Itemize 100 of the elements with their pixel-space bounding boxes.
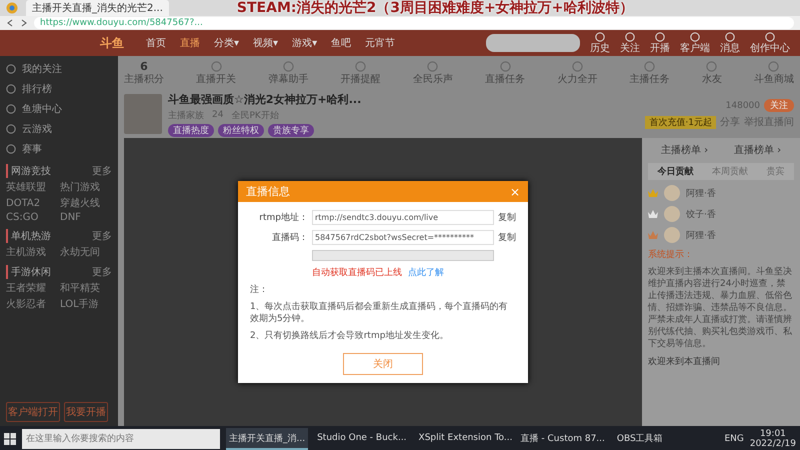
language-indicator[interactable]: ENG (724, 434, 744, 444)
section-title: 手游休闲 (6, 265, 51, 279)
category-link[interactable]: DNF (60, 212, 112, 223)
category-link[interactable]: 穿越火线 (60, 196, 112, 210)
recharge-banner[interactable]: 首次充值·1元起 (645, 116, 716, 128)
nav-link[interactable]: 鱼吧 (329, 34, 354, 52)
header-action[interactable]: 开播 (650, 32, 670, 54)
circle-icon (500, 60, 511, 72)
toolbar-item[interactable]: 6 主播积分 (124, 60, 164, 86)
toolbar-item[interactable]: 直播任务 (485, 60, 526, 86)
clock-time[interactable]: 19:01 (760, 429, 786, 439)
user-name[interactable]: 阿狸·香 (686, 186, 716, 200)
sidebar-item[interactable]: 云游戏 (6, 120, 112, 138)
nav-link[interactable]: 游戏▾ (290, 34, 320, 52)
toolbar-item[interactable]: 斗鱼商城 (754, 60, 794, 86)
category-link[interactable]: 王者荣耀 (6, 281, 58, 295)
more-link[interactable]: 更多 (92, 265, 112, 279)
nav-link[interactable]: 首页 (144, 34, 168, 52)
learn-more-link[interactable]: 点此了解 (408, 266, 444, 279)
section-title: 网游竞技 (6, 164, 51, 178)
circle-icon (6, 84, 16, 94)
sidebar-button[interactable]: 客户端打开 (6, 402, 60, 422)
sidebar-button[interactable]: 我要开播 (64, 402, 108, 422)
site-logo[interactable]: 斗鱼 (100, 34, 124, 52)
note-text: 2、只有切换路线后才会导致rtmp地址发生变化。 (250, 330, 450, 342)
browser-tab[interactable]: 主播开关直播_消失的光芒2... (26, 0, 169, 16)
follow-button[interactable]: 关注 (764, 99, 794, 112)
user-name[interactable]: 阿狸·香 (686, 228, 716, 242)
category-link[interactable]: CS:GO (6, 212, 58, 223)
circle-icon (765, 32, 775, 42)
stream-tag[interactable]: 粉丝特权 (218, 124, 264, 136)
taskbar-app[interactable]: Studio One - Buck... (314, 428, 410, 450)
category-link[interactable]: 火影忍者 (6, 297, 58, 311)
stream-tag[interactable]: 直播热度 (168, 124, 214, 136)
ranking-tab[interactable]: 贵宾 (764, 163, 787, 180)
stream-tag[interactable]: 贵族专享 (268, 124, 314, 136)
toolbar-item[interactable]: 开播提醒 (340, 60, 381, 86)
header-action[interactable]: 关注 (620, 32, 640, 54)
header-action[interactable]: 客户端 (680, 32, 710, 54)
clock-date[interactable]: 2022/2/19 (750, 439, 796, 449)
ranking-link[interactable]: 主播榜单 › (654, 142, 714, 158)
nav-link[interactable]: 视频▾ (251, 34, 280, 52)
close-dialog-button[interactable]: 关闭 (343, 353, 423, 375)
address-field[interactable]: https://www.douyu.com/5847567?... (34, 17, 794, 29)
taskbar-app[interactable]: OBS工具箱 (614, 428, 666, 450)
more-link[interactable]: 更多 (92, 164, 112, 178)
taskbar-app[interactable]: XSplit Extension To... (416, 428, 512, 450)
category-link[interactable]: 热门游戏 (60, 180, 112, 194)
avatar (664, 185, 680, 201)
field-label: rtmp地址： (258, 212, 308, 224)
taskbar-app[interactable]: 主播开关直播_消... (226, 428, 308, 450)
user-name[interactable]: 饺子·香 (686, 208, 716, 220)
nav-link[interactable]: 分类▾ (212, 34, 242, 52)
circle-icon (282, 60, 294, 72)
category-link[interactable]: 永劫无间 (60, 245, 112, 259)
taskbar-search-field[interactable]: 在这里输入你要搜索的内容 (22, 429, 220, 449)
circle-icon (595, 32, 605, 42)
ranking-tab[interactable]: 今日贡献 (655, 163, 696, 180)
circle-icon (644, 60, 656, 72)
category-link[interactable]: 和平精英 (60, 281, 112, 295)
toolbar-item[interactable]: 直播开关 (196, 60, 236, 86)
photo-placeholder (124, 94, 162, 134)
ranking-tab[interactable]: 本周贡献 (710, 163, 750, 180)
circle-icon (6, 64, 16, 74)
avatar (664, 227, 680, 243)
toolbar-item[interactable]: 火力全开 (557, 60, 598, 86)
circle-icon (625, 32, 635, 42)
category-link[interactable]: 主机游戏 (6, 245, 58, 259)
system-message: 欢迎来到主播本次直播间。斗鱼坚决维护直播内容进行24小时巡查，禁止传播违法违规、暴力血腥、低俗色情、招嫖诈骗、违禁品等不良信息。严禁未成年人直播或打赏。请谨慎辨别代练代抽、购买礼包类游戏币、私下交易等信息。 (648, 266, 793, 350)
input-field[interactable]: rtmp://sendtc3.douyu.com/live (312, 210, 494, 225)
category-link[interactable]: LOL手游 (60, 297, 112, 311)
header-action[interactable]: 消息 (720, 32, 740, 54)
category-link[interactable]: 英雄联盟 (6, 180, 58, 194)
nav-link[interactable]: 直播 (178, 34, 202, 52)
ranking-link[interactable]: 直播榜单 › (728, 142, 788, 158)
input-field[interactable]: 5847567rdC2sbot?wsSecret=********** (312, 230, 494, 245)
toolbar-item[interactable]: 水友 (702, 60, 722, 86)
toolbar-item[interactable]: 全民乐声 (412, 60, 453, 86)
search-field[interactable] (486, 34, 580, 52)
circle-icon (210, 60, 222, 72)
welcome-message: 欢迎来到本直播间 (648, 356, 721, 368)
close-button[interactable]: × (510, 184, 520, 198)
taskbar-app[interactable]: 直播 - Custom 87... (518, 428, 608, 450)
sidebar-item[interactable]: 我的关注 (6, 60, 112, 78)
toolbar-item[interactable]: 主播任务 (630, 60, 670, 86)
header-action[interactable]: 创作中心 (750, 32, 790, 54)
more-link[interactable]: 更多 (92, 229, 112, 243)
sidebar-item[interactable]: 赛事 (6, 140, 112, 158)
circle-icon (355, 60, 366, 72)
windows-logo-icon[interactable] (4, 433, 16, 445)
sidebar-item[interactable]: 鱼塘中心 (6, 100, 112, 118)
copy-link[interactable]: 复制 (498, 211, 516, 224)
sidebar-item[interactable]: 排行榜 (6, 80, 112, 98)
toolbar-item[interactable]: 弹幕助手 (268, 60, 308, 86)
category-link[interactable]: DOTA2 (6, 196, 58, 210)
stream-title-overlay: STEAM:消失的光芒2（3周目困难难度+女神拉万+哈利波特） (236, 0, 634, 17)
copy-link[interactable]: 复制 (498, 231, 516, 244)
header-action[interactable]: 历史 (590, 32, 610, 54)
nav-link[interactable]: 元宵节 (363, 34, 398, 52)
warning-text: 自动获取直播码已上线 (312, 266, 402, 279)
